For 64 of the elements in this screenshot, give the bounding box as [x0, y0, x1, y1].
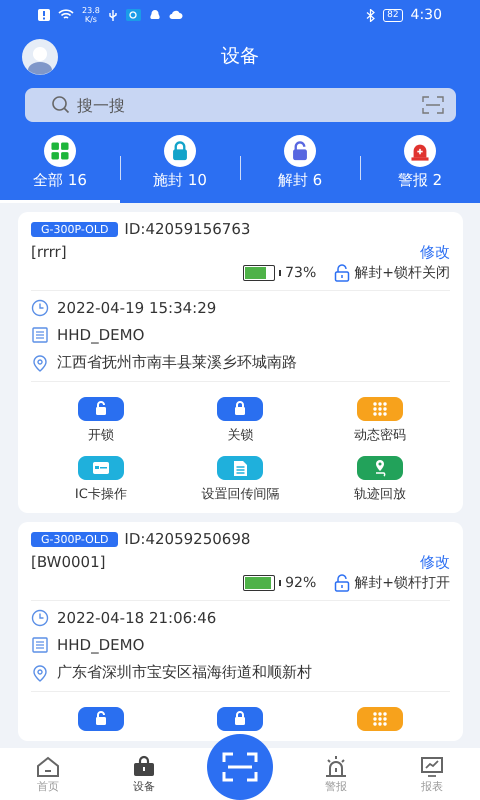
- address: 广东省深圳市宝安区福海街道和顺新村: [57, 663, 312, 682]
- nav-tab[interactable]: 首页: [0, 748, 96, 794]
- avatar-icon[interactable]: [22, 39, 58, 75]
- cloud-icon: [168, 10, 183, 20]
- padlock-icon: [334, 264, 350, 282]
- battery-reading: 92%: [285, 575, 316, 591]
- action-button[interactable]: 关锁: [170, 397, 310, 444]
- document-icon: [31, 326, 49, 344]
- device-id: ID:42059250698: [124, 530, 250, 548]
- model-tag: G-300P-OLD: [31, 532, 118, 546]
- group-name: HHD_DEMO: [57, 636, 144, 654]
- report-icon: [419, 754, 445, 778]
- alarm-icon: [323, 754, 349, 778]
- filter-tab[interactable]: 警报 2: [360, 134, 480, 203]
- address: 江西省抚州市南丰县莱溪乡环城南路: [57, 353, 297, 372]
- battery-indicator: 82: [383, 8, 403, 22]
- search-icon: [51, 95, 71, 115]
- sealed-tab-icon: [164, 135, 196, 167]
- lock-status: 解封+锁杆打开: [354, 574, 450, 592]
- group-name: HHD_DEMO: [57, 326, 144, 344]
- update-time: 2022-04-19 15:34:29: [57, 299, 216, 317]
- nav-tab[interactable]: 警报: [288, 748, 384, 794]
- model-tag: G-300P-OLD: [31, 222, 118, 236]
- edit-link[interactable]: 修改: [420, 243, 450, 262]
- action-button[interactable]: 动态密码: [310, 397, 450, 444]
- search-field[interactable]: 搜一搜: [75, 94, 418, 116]
- scan-icon: [222, 752, 258, 782]
- action-button[interactable]: IC卡操作: [31, 456, 171, 503]
- battery-reading: 73%: [285, 265, 316, 281]
- all-tab-icon: [44, 135, 76, 167]
- unsealed-tab-icon: [284, 135, 316, 167]
- bluetooth-icon: [366, 8, 376, 22]
- padlock-icon: [334, 574, 350, 592]
- filter-tab[interactable]: 施封 10: [120, 134, 240, 203]
- alert-icon: [38, 9, 50, 21]
- device-id: ID:42059156763: [124, 220, 250, 238]
- home-icon: [35, 754, 61, 778]
- speed-unit: K/s: [84, 15, 97, 24]
- alarm-tab-icon: [404, 135, 436, 167]
- filter-tab[interactable]: 解封 6: [240, 134, 360, 203]
- update-time: 2022-04-18 21:06:46: [57, 609, 216, 627]
- lock-status: 解封+锁杆关闭: [354, 264, 450, 282]
- device-icon: [131, 754, 157, 778]
- device-name: [BW0001]: [31, 553, 106, 572]
- scan-icon[interactable]: [422, 96, 444, 114]
- search-bar[interactable]: 搜一搜: [25, 88, 456, 122]
- action-button[interactable]: 轨迹回放: [310, 456, 450, 503]
- usb-icon: [108, 8, 118, 22]
- location-pin-icon: [31, 354, 49, 372]
- location-pin-icon: [31, 664, 49, 682]
- page-title: 设备: [221, 44, 259, 69]
- clock: 4:30: [410, 7, 442, 23]
- filter-tab[interactable]: 全部 16: [0, 134, 120, 203]
- nav-tab[interactable]: 报表: [384, 748, 480, 794]
- clock-icon: [31, 609, 49, 627]
- wifi-icon: [58, 9, 74, 21]
- edit-link[interactable]: 修改: [420, 553, 450, 572]
- action-button[interactable]: 开锁: [31, 397, 171, 444]
- document-icon: [31, 636, 49, 654]
- network-speed: 23.8: [82, 6, 100, 15]
- action-button[interactable]: 设置回传间隔: [170, 456, 310, 503]
- clock-icon: [31, 299, 49, 317]
- device-name: [rrrr]: [31, 243, 67, 262]
- nav-tab[interactable]: 设备: [96, 748, 192, 794]
